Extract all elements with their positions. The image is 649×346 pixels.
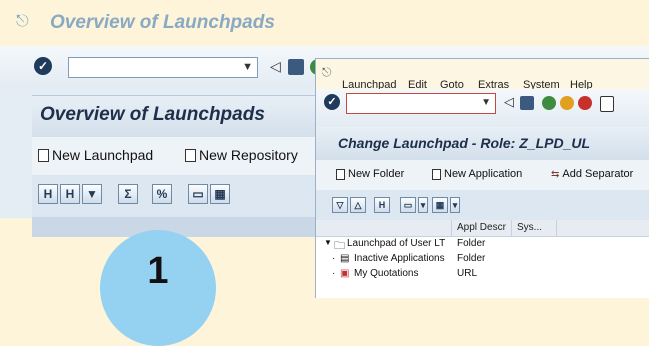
document-icon: ▣ (340, 268, 350, 279)
launchpad-tree: Appl Descr Sys... ▼ 🗀 Launchpad of User … (316, 220, 649, 298)
exit-yellow-icon[interactable] (560, 96, 574, 110)
find-icon[interactable]: H (374, 197, 390, 213)
front-window: ⎋ Launchpad Edit Goto Extras System Help… (315, 58, 649, 298)
new-repository-label: New Repository (199, 147, 298, 163)
add-separator-button[interactable]: ⇆ Add Separator (551, 168, 633, 180)
back-command-field[interactable]: ▼ (68, 57, 258, 78)
column-divider (556, 220, 557, 236)
tree-item-label: Launchpad of User LT (347, 238, 446, 249)
collapse-node-icon[interactable]: ▼ (324, 238, 332, 247)
separator-icon: ⇆ (551, 168, 560, 180)
collapse-icon[interactable]: △ (350, 197, 366, 213)
tree-row[interactable]: ▼ 🗀 Launchpad of User LT Folder (316, 237, 649, 252)
new-folder-button[interactable]: New Folder (336, 168, 404, 180)
column-header-sys[interactable]: Sys... (517, 222, 542, 233)
back-nav-icon[interactable]: ◁ (504, 94, 514, 110)
enter-check-icon[interactable]: ✓ (34, 57, 52, 75)
tree-bullet-icon: · (332, 268, 336, 279)
column-header-appl-descr[interactable]: Appl Descr (457, 222, 506, 233)
tree-bullet-icon: · (332, 253, 336, 264)
new-application-label: New Application (444, 168, 523, 180)
step-number: 1 (147, 250, 169, 292)
tree-item-label: My Quotations (354, 268, 419, 279)
subtotal-icon[interactable]: % (152, 184, 172, 204)
tree-item-type: Folder (457, 238, 486, 249)
print-icon[interactable]: ▭ (188, 184, 208, 204)
column-divider (451, 220, 452, 236)
find-icon[interactable]: H (38, 184, 58, 204)
new-folder-label: New Folder (348, 168, 405, 180)
expand-icon[interactable]: ▽ (332, 197, 348, 213)
cancel-red-icon[interactable] (578, 96, 592, 110)
chevron-down-icon[interactable]: ▾ (450, 197, 460, 213)
new-page-icon (185, 148, 196, 162)
sum-icon[interactable]: Σ (118, 184, 138, 204)
chevron-down-icon[interactable]: ▾ (418, 197, 428, 213)
chevron-down-icon[interactable]: ▼ (242, 61, 253, 73)
tree-header: Appl Descr Sys... (316, 220, 649, 237)
add-separator-label: Add Separator (562, 168, 634, 180)
column-divider (511, 220, 512, 236)
tree-item-label: Inactive Applications (354, 253, 445, 264)
new-page-icon (432, 168, 441, 180)
back-nav-icon[interactable]: ◁ (270, 58, 281, 75)
tree-item-type: URL (457, 268, 478, 279)
tree-row[interactable]: · ▤ Inactive Applications Folder (316, 252, 649, 267)
tree-row[interactable]: · ▣ My Quotations URL (316, 267, 649, 282)
layout-icon[interactable]: ▦ (432, 197, 448, 213)
back-page-heading: Overview of Launchpads (40, 104, 265, 125)
new-launchpad-label: New Launchpad (52, 147, 154, 163)
new-repository-button[interactable]: New Repository (185, 147, 298, 163)
print-icon[interactable] (600, 96, 614, 112)
save-icon[interactable] (520, 96, 534, 110)
new-page-icon (336, 168, 345, 180)
back-green-icon[interactable] (542, 96, 556, 110)
save-icon[interactable] (288, 59, 304, 75)
layout-icon[interactable]: ▦ (210, 184, 230, 204)
filter-icon[interactable]: ▼ (82, 184, 102, 204)
new-application-button[interactable]: New Application (432, 168, 522, 180)
find-next-icon[interactable]: H (60, 184, 80, 204)
new-launchpad-button[interactable]: New Launchpad (38, 147, 153, 163)
new-page-icon (38, 148, 49, 162)
front-page-heading: Change Launchpad - Role: Z_LPD_UL (338, 135, 591, 151)
print-icon[interactable]: ▭ (400, 197, 416, 213)
enter-check-icon[interactable]: ✓ (324, 94, 340, 110)
tree-item-type: Folder (457, 253, 486, 264)
back-window-title: Overview of Launchpads (50, 12, 275, 33)
list-icon: ▤ (340, 253, 350, 264)
front-command-field[interactable]: ▼ (346, 93, 496, 114)
chevron-down-icon[interactable]: ▼ (481, 97, 491, 108)
exit-icon: ⎋ (16, 13, 29, 30)
exit-icon: ⎋ (322, 65, 332, 79)
